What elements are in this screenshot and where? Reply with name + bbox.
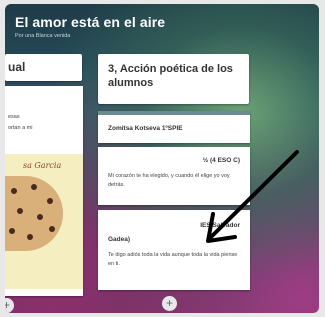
annotation-arrow-icon <box>206 150 299 243</box>
